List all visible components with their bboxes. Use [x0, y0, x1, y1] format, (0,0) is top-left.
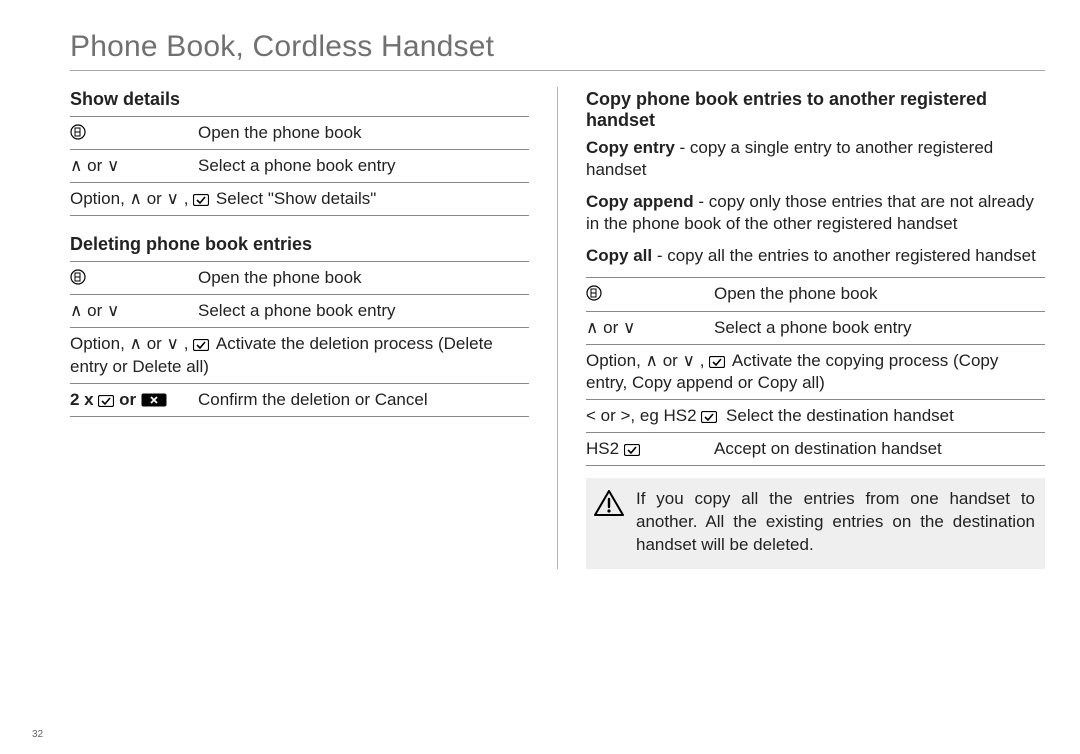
phonebook-icon — [70, 124, 86, 140]
cell: Select "Show details" — [216, 189, 376, 208]
cell: Open the phone book — [714, 278, 1045, 311]
cell: Open the phone book — [198, 117, 529, 150]
cell-key: ∧ or ∨ — [70, 150, 198, 183]
left-column: Show details Open the phone book ∧ or ∨ … — [70, 85, 529, 569]
heading-show-details: Show details — [70, 89, 529, 110]
page-title: Phone Book, Cordless Handset — [70, 30, 1045, 71]
column-divider — [557, 87, 558, 569]
table-copy: Open the phone book ∧ or ∨ Select a phon… — [586, 277, 1045, 466]
def-term: Copy all — [586, 246, 652, 265]
table-row: Option, ∧ or ∨ , Activate the deletion p… — [70, 328, 529, 383]
page-number: 32 — [32, 729, 43, 740]
cancel-key-icon — [141, 393, 167, 407]
cell-key-prefix: 2 x — [70, 390, 94, 409]
cell-key: Option, ∧ or ∨ , — [70, 189, 188, 208]
cell: Select a phone book entry — [714, 311, 1045, 344]
cell-key: HS2 — [586, 439, 619, 458]
table-deleting: Open the phone book ∧ or ∨ Select a phon… — [70, 261, 529, 416]
check-icon — [193, 339, 209, 351]
cell-key: ∧ or ∨ — [586, 311, 714, 344]
cell: Confirm the deletion or Cancel — [198, 383, 529, 416]
check-icon — [193, 194, 209, 206]
cell-key: < or >, eg HS2 — [586, 406, 697, 425]
table-row: Open the phone book — [70, 117, 529, 150]
table-row: HS2 Accept on destination handset — [586, 432, 1045, 465]
warning-icon — [594, 490, 624, 516]
cell: Open the phone book — [198, 262, 529, 295]
heading-copy: Copy phone book entries to another regis… — [586, 89, 1045, 131]
def-term: Copy append — [586, 192, 694, 211]
table-show-details: Open the phone book ∧ or ∨ Select a phon… — [70, 116, 529, 216]
check-icon — [624, 444, 640, 456]
copy-definitions: Copy entry - copy a single entry to anot… — [586, 137, 1045, 267]
check-icon — [709, 356, 725, 368]
phonebook-icon — [586, 285, 602, 301]
def-term: Copy entry — [586, 138, 675, 157]
warning-text: If you copy all the entries from one han… — [636, 488, 1035, 557]
phonebook-icon — [70, 269, 86, 285]
table-row: ∧ or ∨ Select a phone book entry — [586, 311, 1045, 344]
cell-key-or: or — [119, 390, 136, 409]
check-icon — [701, 411, 717, 423]
cell: Select a phone book entry — [198, 295, 529, 328]
cell-key: Option, ∧ or ∨ , — [586, 351, 704, 370]
check-icon — [98, 395, 114, 407]
table-row: ∧ or ∨ Select a phone book entry — [70, 295, 529, 328]
heading-deleting: Deleting phone book entries — [70, 234, 529, 255]
table-row: Open the phone book — [70, 262, 529, 295]
table-row: Open the phone book — [586, 278, 1045, 311]
table-row: Option, ∧ or ∨ , Activate the copying pr… — [586, 344, 1045, 399]
table-row: 2 x or Confirm the deletion or Cancel — [70, 383, 529, 416]
right-column: Copy phone book entries to another regis… — [586, 85, 1045, 569]
cell-key: ∧ or ∨ — [70, 295, 198, 328]
table-row: < or >, eg HS2 Select the destination ha… — [586, 399, 1045, 432]
table-row: Option, ∧ or ∨ , Select "Show details" — [70, 183, 529, 216]
def-text: - copy all the entries to another regist… — [652, 246, 1036, 265]
warning-note: If you copy all the entries from one han… — [586, 478, 1045, 569]
cell: Select the destination handset — [726, 406, 954, 425]
cell-key: Option, ∧ or ∨ , — [70, 334, 188, 353]
cell: Select a phone book entry — [198, 150, 529, 183]
table-row: ∧ or ∨ Select a phone book entry — [70, 150, 529, 183]
cell: Accept on destination handset — [714, 432, 1045, 465]
